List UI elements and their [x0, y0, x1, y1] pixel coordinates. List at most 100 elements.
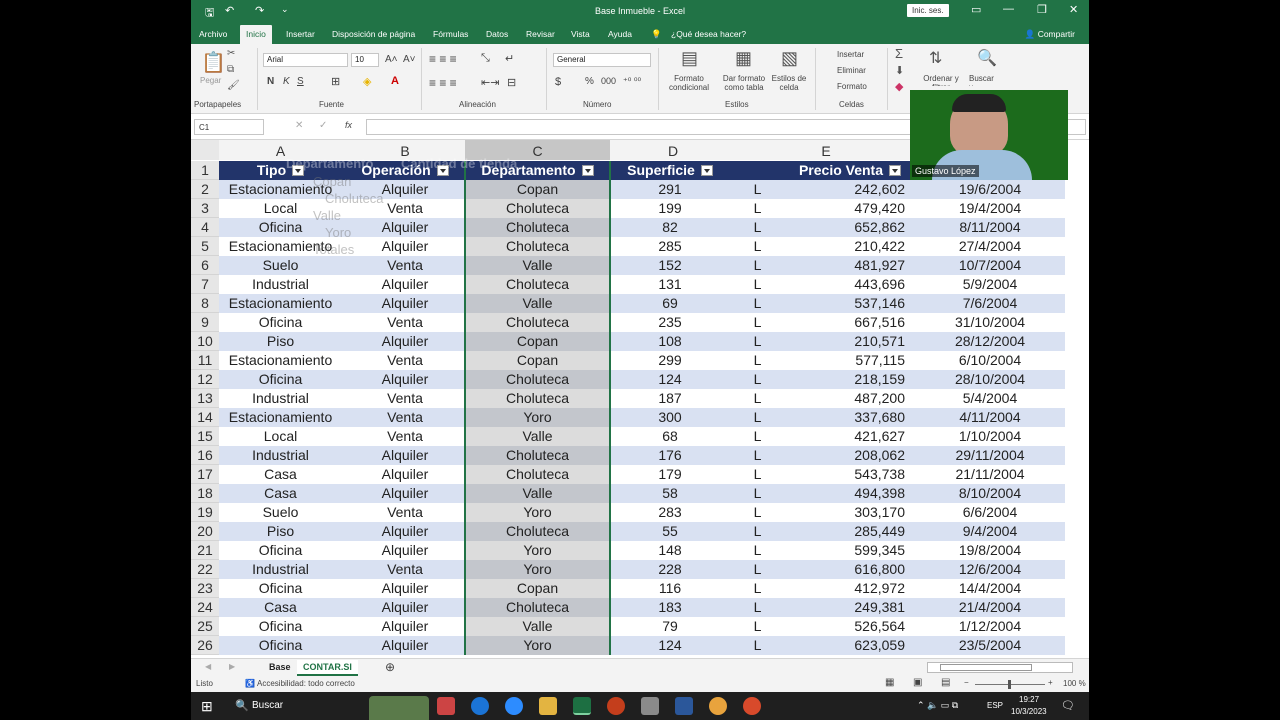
- prev-sheet-icon[interactable]: ◀: [205, 662, 211, 671]
- cell-fecha[interactable]: 8/11/2004: [915, 218, 1065, 237]
- cell-unit[interactable]: L: [730, 484, 785, 503]
- cell-operacion[interactable]: Alquiler: [342, 522, 468, 541]
- column-header-e[interactable]: E: [736, 140, 916, 160]
- cell-departamento[interactable]: Choluteca: [465, 522, 610, 541]
- cell-tipo[interactable]: Casa: [219, 465, 342, 484]
- scrollbar-thumb[interactable]: [940, 664, 1032, 671]
- cell-operacion[interactable]: Venta: [342, 560, 468, 579]
- cell-precio-venta[interactable]: 249,381: [785, 598, 915, 617]
- chrome-profile-icon[interactable]: [743, 697, 761, 715]
- cell-departamento[interactable]: Valle: [465, 617, 610, 636]
- row-number[interactable]: 8: [191, 294, 219, 313]
- cell-operacion[interactable]: Venta: [342, 256, 468, 275]
- cell-unit[interactable]: L: [730, 332, 785, 351]
- cell-departamento[interactable]: Copan: [465, 351, 610, 370]
- tab-ayuda[interactable]: Ayuda: [608, 29, 632, 39]
- minimize-button[interactable]: —: [1003, 3, 1014, 15]
- name-box[interactable]: C1: [194, 119, 264, 135]
- cell-departamento[interactable]: Choluteca: [465, 237, 610, 256]
- cell-operacion[interactable]: Venta: [342, 503, 468, 522]
- row-number[interactable]: 25: [191, 617, 219, 636]
- maximize-button[interactable]: ❐: [1037, 3, 1047, 16]
- cell-unit[interactable]: L: [730, 427, 785, 446]
- cell-departamento[interactable]: Valle: [465, 484, 610, 503]
- cell-operacion[interactable]: Venta: [342, 313, 468, 332]
- taskbar-search-label[interactable]: Buscar: [252, 700, 283, 711]
- cell-precio-venta[interactable]: 652,862: [785, 218, 915, 237]
- cell-precio-venta[interactable]: 210,422: [785, 237, 915, 256]
- close-button[interactable]: ✕: [1069, 3, 1078, 16]
- find-select-button[interactable]: Buscar y seleccionar: [969, 74, 999, 86]
- accessibility-status[interactable]: Accesibilidad: todo correcto: [257, 679, 355, 688]
- zoom-in-icon[interactable]: +: [1048, 678, 1053, 687]
- tab-revisar[interactable]: Revisar: [526, 29, 555, 39]
- cell-fecha[interactable]: 28/10/2004: [915, 370, 1065, 389]
- row-number[interactable]: 13: [191, 389, 219, 408]
- row-number[interactable]: 7: [191, 275, 219, 294]
- cell-fecha[interactable]: 27/4/2004: [915, 237, 1065, 256]
- cell-superficie[interactable]: 285: [610, 237, 730, 256]
- row-number[interactable]: 26: [191, 636, 219, 655]
- autosum-icon[interactable]: Σ: [895, 46, 903, 61]
- row-number[interactable]: 24: [191, 598, 219, 617]
- page-layout-icon[interactable]: ▣: [913, 677, 922, 688]
- worksheet-grid[interactable]: ABCDE 1 Tipo Operación Departamento Superfic…: [191, 140, 1089, 658]
- borders-icon[interactable]: ⊞: [331, 75, 340, 88]
- row-number[interactable]: 16: [191, 446, 219, 465]
- cell-fecha[interactable]: 5/9/2004: [915, 275, 1065, 294]
- cell-unit[interactable]: L: [730, 180, 785, 199]
- cell-superficie[interactable]: 58: [610, 484, 730, 503]
- cell-unit[interactable]: L: [730, 237, 785, 256]
- cell-departamento[interactable]: Copan: [465, 180, 610, 199]
- cell-tipo[interactable]: Piso: [219, 522, 342, 541]
- cell-unit[interactable]: L: [730, 617, 785, 636]
- grow-font-icon[interactable]: A˄: [385, 54, 398, 65]
- cell-superficie[interactable]: 283: [610, 503, 730, 522]
- indent-icon[interactable]: ⇤⇥: [481, 76, 499, 89]
- cell-tipo[interactable]: Casa: [219, 598, 342, 617]
- cut-icon[interactable]: ✂: [227, 48, 235, 59]
- cell-fecha[interactable]: 6/10/2004: [915, 351, 1065, 370]
- cell-tipo[interactable]: Casa: [219, 484, 342, 503]
- cell-precio-venta[interactable]: 242,602: [785, 180, 915, 199]
- page-break-icon[interactable]: ▤: [941, 677, 950, 688]
- cell-superficie[interactable]: 291: [610, 180, 730, 199]
- cell-departamento[interactable]: Copan: [465, 579, 610, 598]
- cell-superficie[interactable]: 68: [610, 427, 730, 446]
- sort-filter-button[interactable]: Ordenar y filtrar: [915, 74, 967, 86]
- tab-inicio[interactable]: Inicio: [240, 25, 272, 44]
- cell-operacion[interactable]: Alquiler: [342, 541, 468, 560]
- system-tray-icons[interactable]: ⌃ 🔈 ▭ ⧉: [917, 700, 958, 711]
- cell-precio-venta[interactable]: 494,398: [785, 484, 915, 503]
- cancel-entry-icon[interactable]: ✕: [295, 120, 303, 131]
- cell-unit[interactable]: L: [730, 199, 785, 218]
- cell-unit[interactable]: L: [730, 541, 785, 560]
- cell-unit[interactable]: L: [730, 465, 785, 484]
- cell-fecha[interactable]: 12/6/2004: [915, 560, 1065, 579]
- cell-departamento[interactable]: Choluteca: [465, 313, 610, 332]
- conditional-format-icon[interactable]: ▤: [681, 48, 698, 69]
- add-sheet-icon[interactable]: ⊕: [385, 660, 395, 674]
- next-sheet-icon[interactable]: ▶: [229, 662, 235, 671]
- cell-fecha[interactable]: 10/7/2004: [915, 256, 1065, 275]
- bold-button[interactable]: N: [267, 76, 274, 87]
- cell-fecha[interactable]: 7/6/2004: [915, 294, 1065, 313]
- cell-operacion[interactable]: Alquiler: [342, 579, 468, 598]
- cell-fecha[interactable]: 19/8/2004: [915, 541, 1065, 560]
- cell-superficie[interactable]: 300: [610, 408, 730, 427]
- cell-operacion[interactable]: Alquiler: [342, 636, 468, 655]
- font-size-select[interactable]: 10: [351, 53, 379, 67]
- cell-fecha[interactable]: 1/12/2004: [915, 617, 1065, 636]
- cell-operacion[interactable]: Alquiler: [342, 294, 468, 313]
- cell-unit[interactable]: L: [730, 522, 785, 541]
- insert-function-button[interactable]: fx: [345, 120, 352, 130]
- cell-superficie[interactable]: 124: [610, 636, 730, 655]
- sheet-tab-contar-si[interactable]: CONTAR.SI: [297, 660, 358, 676]
- cell-styles-icon[interactable]: ▧: [781, 48, 798, 69]
- powerpoint-icon[interactable]: [607, 697, 625, 715]
- cell-tipo[interactable]: Industrial: [219, 275, 342, 294]
- fill-color-icon[interactable]: ◈: [363, 75, 371, 88]
- cell-tipo[interactable]: Industrial: [219, 560, 342, 579]
- cell-tipo[interactable]: Piso: [219, 332, 342, 351]
- format-painter-icon[interactable]: 🖌: [227, 80, 240, 91]
